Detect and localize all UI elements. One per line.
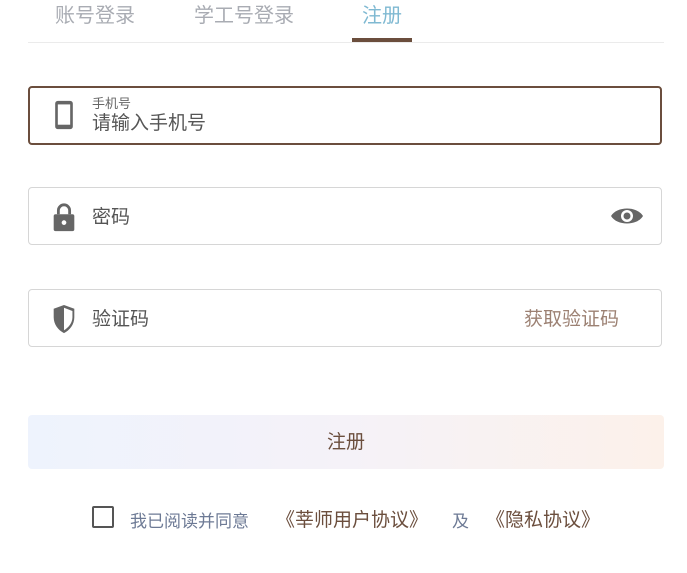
agreement-prefix: 我已阅读并同意	[130, 512, 249, 532]
active-tab-indicator	[352, 38, 412, 42]
register-page: 账号登录 学工号登录 注册 手机号 密码 验证码 获	[0, 0, 687, 573]
shield-icon	[53, 304, 75, 334]
phone-icon	[55, 100, 73, 130]
tab-account-login[interactable]: 账号登录	[55, 0, 135, 30]
lock-icon	[53, 203, 75, 232]
tab-register[interactable]: 注册	[362, 0, 402, 30]
register-button[interactable]: 注册	[28, 415, 664, 469]
phone-field-label: 手机号	[92, 97, 132, 112]
privacy-agreement-link[interactable]: 《隐私协议》	[486, 505, 600, 532]
password-input[interactable]: 密码	[92, 202, 130, 229]
get-code-button[interactable]: 获取验证码	[524, 304, 619, 331]
password-field[interactable]: 密码	[28, 187, 662, 245]
login-tabs: 账号登录 学工号登录 注册	[28, 0, 664, 43]
user-agreement-link[interactable]: 《莘师用户协议》	[276, 505, 428, 532]
eye-icon[interactable]	[609, 202, 645, 230]
phone-field[interactable]: 手机号	[28, 86, 662, 145]
agreement-conjunction: 及	[452, 512, 469, 532]
verification-code-input[interactable]: 验证码	[92, 304, 149, 331]
tab-student-id-login[interactable]: 学工号登录	[194, 0, 294, 30]
phone-input[interactable]	[92, 112, 592, 134]
verification-code-field[interactable]: 验证码 获取验证码	[28, 289, 662, 347]
agreement-checkbox[interactable]	[92, 506, 114, 528]
